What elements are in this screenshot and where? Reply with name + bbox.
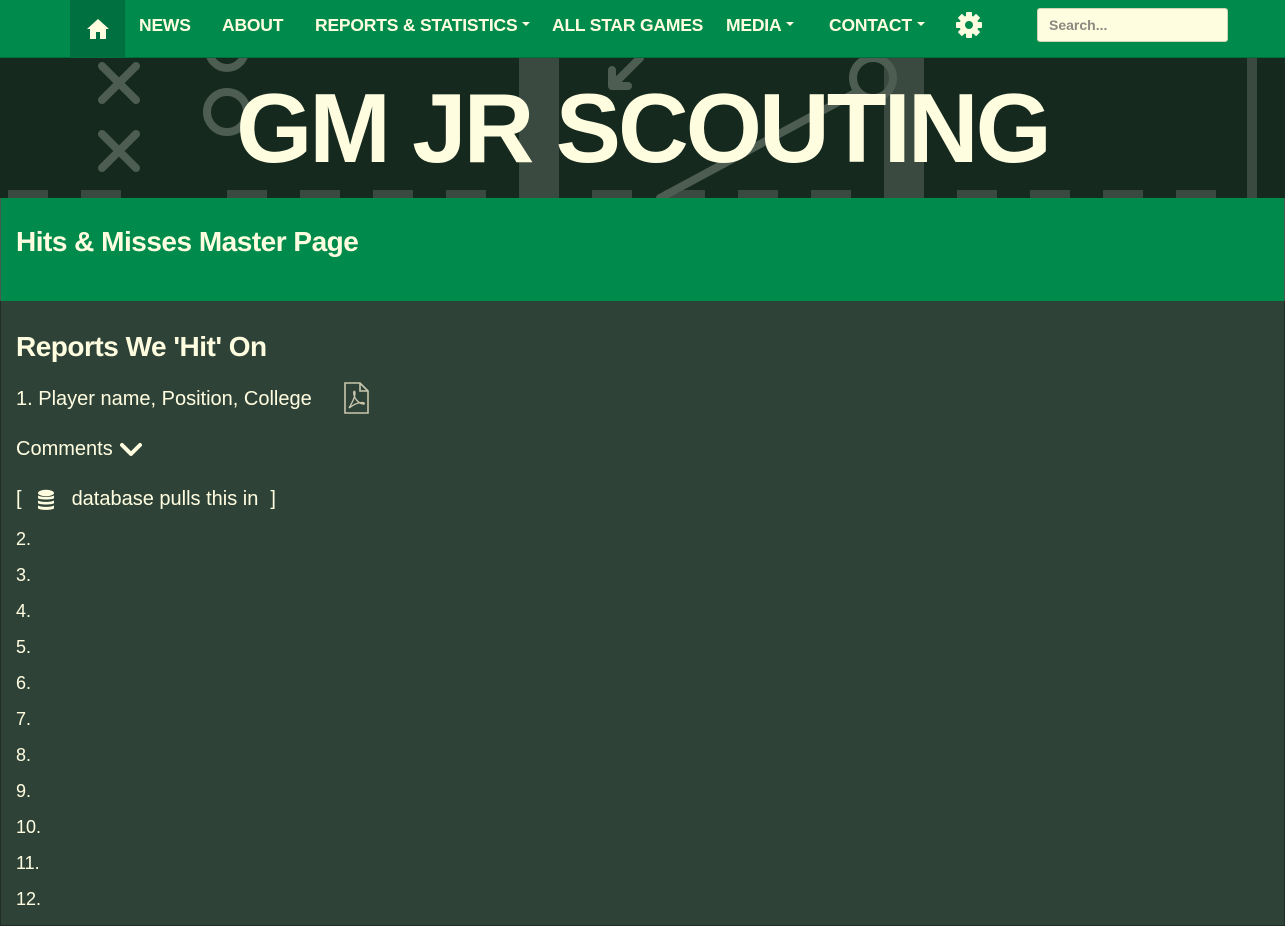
caret-down-icon bbox=[916, 22, 925, 27]
bracket-open: [ bbox=[16, 488, 22, 510]
page-title: Hits & Misses Master Page bbox=[16, 226, 359, 257]
list-item: 5. bbox=[16, 637, 32, 657]
database-text: database pulls this in bbox=[71, 488, 259, 510]
list-item: 10. bbox=[16, 817, 42, 837]
bracket-close: ] bbox=[270, 488, 276, 510]
list-item: 3. bbox=[16, 565, 32, 585]
home-icon bbox=[86, 19, 109, 39]
report-number-list: 2. 3. 4. 5. 6. 7. 8. 9. 10. 11. 12. bbox=[16, 529, 41, 925]
list-item: 8. bbox=[16, 745, 32, 765]
chevron-down-icon bbox=[119, 442, 142, 456]
nav-reports-statistics[interactable]: REPORTS & STATISTICS bbox=[315, 0, 531, 50]
report-entry: 1. Player name, Position, College bbox=[16, 388, 312, 410]
nav-media[interactable]: MEDIA bbox=[726, 0, 795, 50]
list-item: 12. bbox=[16, 889, 42, 909]
search-input[interactable] bbox=[1037, 8, 1228, 42]
page-title-bar: Hits & Misses Master Page bbox=[0, 198, 1285, 301]
section-title: Reports We 'Hit' On bbox=[16, 331, 267, 362]
pdf-file-icon[interactable] bbox=[343, 382, 369, 414]
gear-icon[interactable] bbox=[955, 11, 983, 39]
caret-down-icon bbox=[786, 22, 795, 27]
comments-label: Comments bbox=[16, 438, 113, 460]
database-placeholder: [ database pulls this in ] bbox=[16, 488, 276, 511]
comments-toggle[interactable]: Comments bbox=[16, 438, 143, 461]
site-title: GM JR SCOUTING bbox=[236, 73, 1052, 183]
home-button[interactable] bbox=[70, 0, 125, 58]
list-item: 7. bbox=[16, 709, 32, 729]
list-item: 2. bbox=[16, 529, 32, 549]
list-item: 11. bbox=[16, 853, 40, 873]
nav-about[interactable]: ABOUT bbox=[222, 0, 283, 50]
nav-news[interactable]: NEWS bbox=[139, 0, 191, 50]
site-banner: GM JR SCOUTING bbox=[0, 58, 1285, 198]
nav-all-star-games[interactable]: ALL STAR GAMES bbox=[552, 0, 703, 50]
nav-contact[interactable]: CONTACT bbox=[829, 0, 925, 50]
main-content: Reports We 'Hit' On 1. Player name, Posi… bbox=[0, 301, 1285, 926]
list-item: 6. bbox=[16, 673, 32, 693]
list-item: 9. bbox=[16, 781, 32, 801]
list-item: 4. bbox=[16, 601, 32, 621]
database-icon bbox=[37, 489, 54, 510]
top-navbar: NEWS ABOUT REPORTS & STATISTICS ALL STAR… bbox=[0, 0, 1285, 58]
caret-down-icon bbox=[522, 22, 531, 27]
